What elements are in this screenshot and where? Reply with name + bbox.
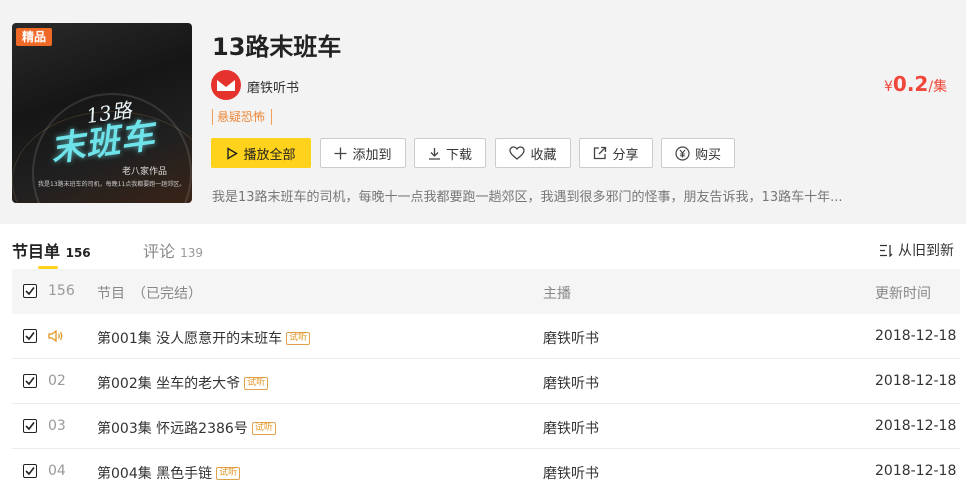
favorite-label: 收藏 — [530, 147, 557, 163]
buy-label: 购买 — [694, 147, 721, 163]
tab-comments-label: 评论 — [143, 242, 176, 261]
episode-title[interactable]: 第002集 坐车的老大爷 试听 — [97, 373, 269, 393]
column-anchor-header: 主播 — [543, 286, 571, 302]
episode-date: 2018-12-18 — [875, 463, 957, 479]
table-row[interactable]: 03 第003集 怀远路2386号 试听 磨铁听书 2018-12-18 — [12, 404, 960, 449]
episode-title[interactable]: 第001集 没人愿意开的末班车 试听 — [97, 328, 311, 348]
trial-badge: 试听 — [216, 466, 241, 480]
heart-icon — [509, 146, 526, 160]
episode-anchor[interactable]: 磨铁听书 — [543, 373, 599, 393]
add-to-button[interactable]: 添加到 — [320, 138, 406, 168]
episode-date: 2018-12-18 — [875, 418, 957, 434]
episode-date: 2018-12-18 — [875, 328, 957, 344]
favorite-button[interactable]: 收藏 — [495, 138, 571, 168]
episode-anchor[interactable]: 磨铁听书 — [543, 418, 599, 438]
album-cover[interactable]: 精品 13路 末班车 老八家作品 我是13路末班车的司机，每晚11点我都要跑一趟… — [12, 23, 192, 203]
tab-comments-count: 139 — [180, 246, 204, 260]
yuan-coin-icon — [675, 145, 690, 161]
sort-label: 从旧到新 — [898, 243, 954, 259]
episode-anchor[interactable]: 磨铁听书 — [543, 463, 599, 481]
episode-title-text: 第002集 坐车的老大爷 — [97, 376, 241, 392]
album-title: 13路末班车 — [212, 33, 342, 61]
anchor-logo-icon — [216, 78, 236, 91]
premium-badge: 精品 — [16, 28, 52, 46]
table-header: 156 节目 （已完结） 主播 更新时间 — [12, 269, 960, 314]
cover-caption: 我是13路末班车的司机，每晚11点我都要跑一趟郊区。 — [38, 181, 186, 188]
share-button[interactable]: 分享 — [579, 138, 653, 168]
now-playing-speaker-icon — [48, 329, 63, 343]
program-list-panel: 节目单 156 评论 139 从旧到新 156 节目 （已完结） 主播 更新时间… — [0, 224, 966, 481]
table-row[interactable]: 第001集 没人愿意开的末班车 试听 磨铁听书 2018-12-18 — [12, 314, 960, 359]
price: ¥0.2/集 — [884, 72, 947, 96]
sort-icon — [880, 244, 893, 257]
column-date-header: 更新时间 — [875, 286, 931, 302]
tab-programs[interactable]: 节目单 156 — [12, 238, 91, 262]
program-count: 156 — [48, 283, 75, 299]
column-title-header: 节目 （已完结） — [97, 286, 202, 302]
play-all-button[interactable]: 播放全部 — [211, 138, 311, 168]
episode-index: 04 — [48, 463, 66, 479]
album-description: 我是13路末班车的司机，每晚十一点我都要跑一趟郊区，我遇到很多邪门的怪事，朋友告… — [212, 190, 843, 205]
cover-author: 老八家作品 — [122, 167, 168, 177]
checkmark-icon — [25, 422, 35, 431]
category-tag[interactable]: 悬疑恐怖 — [212, 109, 273, 125]
tab-comments[interactable]: 评论 139 — [143, 238, 203, 262]
share-icon — [594, 146, 607, 160]
price-value: 0.2 — [892, 72, 929, 96]
checkmark-icon — [25, 287, 35, 296]
episode-title-text: 第001集 没人愿意开的末班车 — [97, 331, 283, 347]
add-to-label: 添加到 — [352, 147, 392, 163]
table-row[interactable]: 04 第004集 黑色手链 试听 磨铁听书 2018-12-18 — [12, 449, 960, 481]
download-button[interactable]: 下载 — [414, 138, 486, 168]
play-icon — [227, 146, 239, 160]
checkmark-icon — [25, 377, 35, 386]
share-label: 分享 — [612, 147, 639, 163]
episode-title[interactable]: 第004集 黑色手链 试听 — [97, 463, 241, 481]
sort-toggle[interactable]: 从旧到新 — [879, 240, 954, 260]
episode-index: 02 — [48, 373, 66, 389]
episode-date: 2018-12-18 — [875, 373, 957, 389]
plus-icon — [334, 147, 347, 159]
row-checkbox[interactable] — [23, 329, 37, 343]
tab-programs-label: 节目单 — [12, 242, 61, 261]
episode-title[interactable]: 第003集 怀远路2386号 试听 — [97, 418, 276, 438]
row-checkbox[interactable] — [23, 464, 37, 478]
episode-anchor[interactable]: 磨铁听书 — [543, 328, 599, 348]
download-icon — [428, 147, 440, 160]
price-symbol: ¥ — [884, 79, 893, 95]
buy-button[interactable]: 购买 — [661, 138, 735, 168]
row-checkbox[interactable] — [23, 374, 37, 388]
tab-programs-count: 156 — [65, 246, 91, 260]
checkmark-icon — [25, 467, 35, 476]
episode-title-text: 第004集 黑色手链 — [97, 466, 213, 481]
anchor-name[interactable]: 磨铁听书 — [247, 77, 299, 96]
select-all-checkbox[interactable] — [23, 284, 37, 298]
price-unit: /集 — [928, 79, 948, 95]
episode-index: 03 — [48, 418, 66, 434]
album-header: 精品 13路 末班车 老八家作品 我是13路末班车的司机，每晚11点我都要跑一趟… — [0, 0, 966, 224]
row-checkbox[interactable] — [23, 419, 37, 433]
download-label: 下载 — [445, 147, 472, 163]
table-row[interactable]: 02 第002集 坐车的老大爷 试听 磨铁听书 2018-12-18 — [12, 359, 960, 404]
trial-badge: 试听 — [251, 421, 276, 435]
anchor-avatar[interactable] — [211, 70, 241, 100]
trial-badge: 试听 — [286, 331, 311, 345]
episode-title-text: 第003集 怀远路2386号 — [97, 421, 248, 437]
trial-badge: 试听 — [244, 376, 269, 390]
checkmark-icon — [25, 332, 35, 341]
play-all-label: 播放全部 — [243, 147, 296, 163]
